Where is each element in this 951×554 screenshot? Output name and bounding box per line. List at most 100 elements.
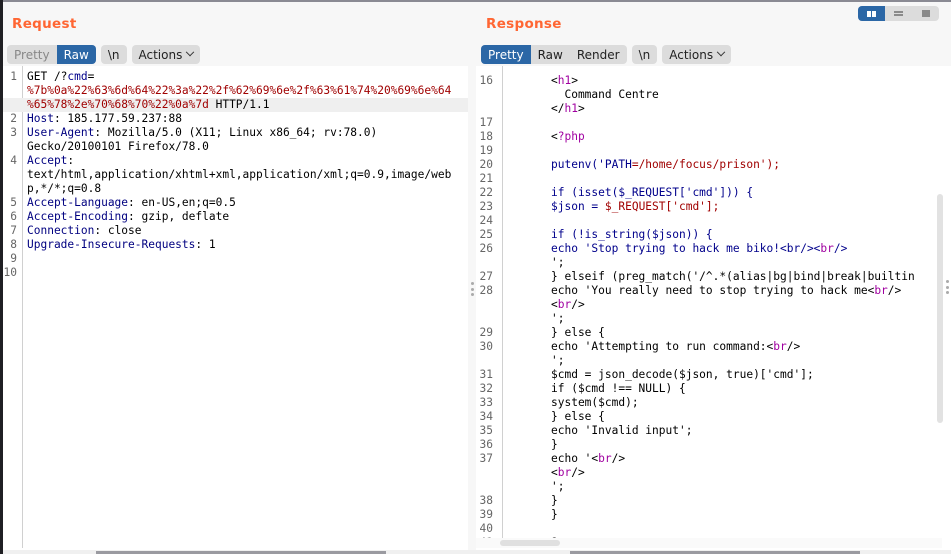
code-line: <br/> — [476, 298, 951, 312]
response-newline-toggle[interactable]: \n — [631, 45, 658, 64]
response-tab-render[interactable]: Render — [570, 45, 627, 64]
response-horizontal-scrollbar[interactable] — [500, 540, 560, 546]
layout-stacked-button[interactable] — [885, 6, 912, 21]
code-line: <br/> — [476, 466, 951, 480]
code-token: /> — [833, 242, 848, 255]
layout-single-button[interactable] — [912, 6, 939, 21]
request-actions-button[interactable]: Actions — [131, 45, 201, 64]
rows-icon — [885, 11, 912, 16]
code-token: '; — [551, 354, 565, 367]
response-title: Response — [486, 16, 562, 32]
line-number: 26 — [479, 242, 493, 255]
line-number: 35 — [479, 424, 493, 437]
line-number: 30 — [479, 340, 493, 353]
code-line: '; — [476, 480, 951, 494]
response-vertical-scrollbar[interactable] — [937, 194, 943, 423]
code-token: $_REQUEST['cmd']; — [604, 200, 720, 213]
code-token: putenv('PATH — [551, 158, 632, 171]
line-number: 20 — [479, 158, 493, 171]
line-text: '; — [498, 480, 951, 494]
response-editor[interactable]: 16 <h1> Command Centre </h1> 17 18 <?php 19 20 p… — [476, 66, 951, 554]
line-text: } else { — [498, 326, 951, 340]
line-text — [498, 116, 951, 130]
line-number: 18 — [479, 130, 493, 143]
request-tab-raw[interactable]: Raw — [56, 45, 96, 64]
code-line: text/html,application/xhtml+xml,applicat… — [3, 168, 468, 182]
line-number — [476, 354, 498, 368]
line-text: Connection: close — [22, 224, 468, 238]
code-token: User-Agent — [27, 126, 95, 139]
code-token: : 1 — [195, 238, 216, 251]
line-number: 33 — [479, 396, 493, 409]
line-text: text/html,application/xhtml+xml,applicat… — [22, 168, 468, 182]
line-number: 17 — [479, 116, 493, 129]
code-token: < — [551, 74, 558, 87]
request-tab-pretty[interactable]: Pretty — [7, 45, 57, 64]
code-token: if (isset($_REQUEST['cmd'])) { — [551, 186, 754, 199]
code-line: 10 — [3, 266, 468, 280]
code-token: < — [551, 298, 558, 311]
code-token: /> — [887, 284, 902, 297]
code-line: 18 <?php — [476, 130, 951, 144]
code-token: /> — [571, 466, 585, 479]
code-line: 17 — [476, 116, 951, 130]
request-editor[interactable]: 1 GET /?cmd= %7b%0a%22%63%6d%64%22%3a%22%2… — [3, 66, 468, 554]
code-token: Gecko/20100101 Firefox/78.0 — [27, 140, 209, 153]
code-line: 38} — [476, 494, 951, 508]
response-toolbar: Pretty Raw Render \n Actions — [481, 45, 732, 64]
line-text: <br/> — [498, 466, 951, 480]
code-token: %65%78%2e%70%68%70%22%0a%7d — [27, 98, 209, 111]
code-token: = — [87, 70, 95, 83]
line-number: 3 — [10, 126, 17, 139]
code-token: echo 'Invalid input'; — [551, 424, 693, 437]
line-text: '; — [498, 312, 951, 326]
line-text: Accept-Language: en-US,en;q=0.5 — [22, 196, 468, 210]
columns-icon — [858, 10, 885, 17]
square-icon — [912, 10, 939, 17]
layout-side-by-side-button[interactable] — [858, 6, 885, 21]
line-text: <?php — [498, 130, 951, 144]
line-number — [476, 466, 498, 480]
code-token: : en-US,en;q=0.5 — [128, 196, 236, 209]
line-number — [3, 98, 22, 112]
request-newline-toggle[interactable]: \n — [100, 45, 127, 64]
code-token: /> — [571, 298, 585, 311]
code-token: : close — [94, 224, 142, 237]
line-text: %65%78%2e%70%68%70%22%0a%7d HTTP/1.1 — [22, 98, 468, 112]
code-token: : gzip, deflate — [128, 210, 230, 223]
request-pane: Request Pretty Raw \n Actions 1 GET /?cmd… — [3, 2, 468, 554]
code-line: 6 Accept-Encoding: gzip, deflate — [3, 210, 468, 224]
code-line: 23 $json = $_REQUEST['cmd']; — [476, 200, 951, 214]
code-token: ?php — [557, 130, 585, 143]
response-tab-raw[interactable]: Raw — [531, 45, 570, 64]
response-view-tabs: Pretty Raw Render — [481, 45, 627, 64]
line-text: Command Centre — [498, 88, 951, 102]
line-text: <h1> — [498, 74, 951, 88]
right-splitter-handle[interactable] — [946, 280, 949, 294]
line-text: } — [498, 508, 951, 522]
code-line: 37 echo '<br/> — [476, 452, 951, 466]
code-line: 27} elseif (preg_match('/^.*(alias|bg|bi… — [476, 270, 951, 284]
line-number — [476, 480, 498, 494]
response-actions-label: Actions — [669, 47, 714, 62]
code-token: /> — [611, 452, 626, 465]
code-line: 24 — [476, 214, 951, 228]
line-number: 22 — [479, 186, 493, 199]
line-number: 32 — [479, 382, 493, 395]
code-token: > — [571, 74, 578, 87]
response-actions-button[interactable]: Actions — [662, 45, 732, 64]
code-line: %7b%0a%22%63%6d%64%22%3a%22%2f%62%69%6e%… — [3, 84, 468, 98]
line-number: 28 — [479, 284, 493, 297]
code-line: p,*/*;q=0.8 — [3, 182, 468, 196]
request-title: Request — [12, 16, 77, 32]
pane-splitter-handle[interactable] — [471, 282, 474, 296]
code-token: br — [820, 242, 834, 255]
code-token: Upgrade-Insecure-Requests — [27, 238, 196, 251]
code-token: h1 — [557, 74, 572, 87]
line-number — [476, 298, 498, 312]
line-text: Upgrade-Insecure-Requests: 1 — [22, 238, 468, 252]
code-line: 36} — [476, 438, 951, 452]
response-tab-pretty[interactable]: Pretty — [481, 45, 531, 64]
line-text: } elseif (preg_match('/^.*(alias|bg|bind… — [498, 270, 951, 284]
code-token: < — [551, 466, 558, 479]
